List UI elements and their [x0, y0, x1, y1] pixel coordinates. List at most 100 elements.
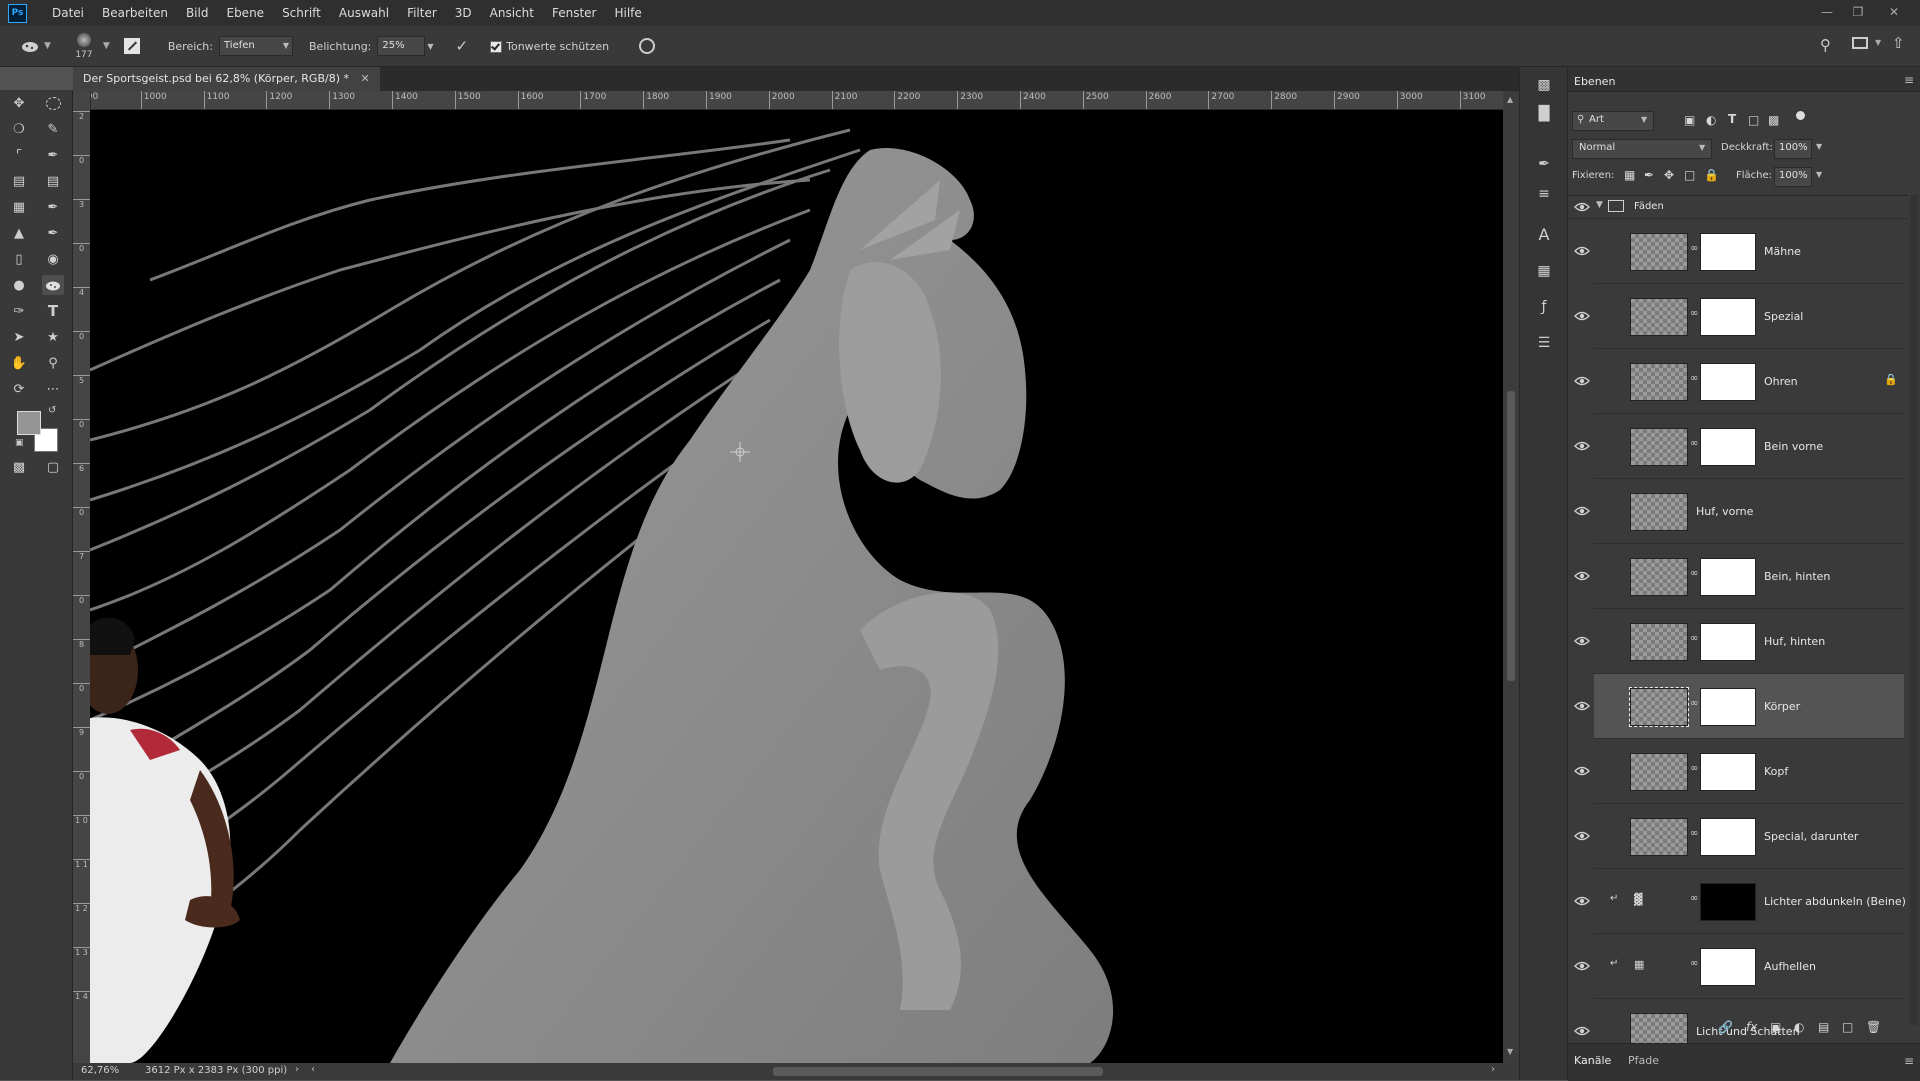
layer-mask-thumbnail[interactable] — [1700, 818, 1756, 856]
mask-link-icon[interactable]: ∞ — [1690, 373, 1698, 387]
default-colors-icon[interactable]: ▣ — [15, 438, 24, 448]
scroll-thumb-vertical[interactable] — [1507, 391, 1515, 681]
healing-brush-tool-icon[interactable]: ▤ — [42, 171, 64, 191]
scroll-down-icon[interactable]: ▼ — [1507, 1047, 1513, 1056]
paint-bucket-tool-icon[interactable]: ◉ — [42, 249, 64, 269]
restore-icon[interactable]: ❐ — [1846, 0, 1870, 26]
type-tool-icon[interactable]: T — [42, 301, 64, 321]
layer-mask-thumbnail[interactable] — [1700, 363, 1756, 401]
layer-row[interactable]: ∞ Ohren 🔒 — [1574, 349, 1904, 414]
lock-artboard-icon[interactable]: □ — [1684, 168, 1695, 182]
tool-presets-panel-icon[interactable]: ≡ — [1532, 182, 1556, 206]
visibility-eye-icon[interactable] — [1574, 830, 1590, 842]
menu-schrift[interactable]: Schrift — [273, 0, 330, 26]
move-tool-icon[interactable]: ✥ — [8, 93, 30, 113]
sponge-tool-preset-icon[interactable] — [20, 36, 40, 56]
rotate-view-tool-icon[interactable]: ⟳ — [8, 379, 30, 399]
protect-tones-checkbox[interactable]: Tonwerte schützen — [490, 40, 609, 53]
mask-link-icon[interactable]: ∞ — [1690, 243, 1698, 257]
sponge-tool-icon[interactable] — [42, 275, 64, 295]
blend-mode-dropdown[interactable]: Normal ▼ — [1572, 139, 1712, 159]
chevron-down-icon[interactable]: ▼ — [427, 42, 433, 51]
mask-link-icon[interactable]: ∞ — [1690, 828, 1698, 842]
lock-transparent-icon[interactable]: ▦ — [1624, 168, 1635, 182]
mask-link-icon[interactable]: ∞ — [1690, 893, 1698, 907]
layer-filter-dropdown[interactable]: ⚲ Art ▼ — [1572, 111, 1654, 131]
pen-tool-icon[interactable]: ✑ — [8, 301, 30, 321]
visibility-eye-icon[interactable] — [1574, 700, 1590, 712]
eraser-tool-icon[interactable]: ▯ — [8, 249, 30, 269]
new-group-icon[interactable]: ▤ — [1818, 1020, 1829, 1034]
quick-mask-icon[interactable]: ▩ — [8, 457, 30, 477]
layer-row[interactable]: ∞ Special, darunter — [1574, 804, 1904, 869]
layer-row[interactable]: ↵ ▓ ∞ Lichter abdunkeln (Beine) — [1574, 869, 1906, 934]
zoom-tool-icon[interactable]: ⚲ — [42, 353, 64, 373]
layer-mask-thumbnail[interactable] — [1700, 298, 1756, 336]
quick-selection-tool-icon[interactable]: ✎ — [42, 119, 64, 139]
mask-link-icon[interactable]: ∞ — [1690, 958, 1698, 972]
close-tab-icon[interactable]: ✕ — [360, 72, 369, 85]
brush-settings-panel-icon[interactable]: ✒ — [1532, 152, 1556, 176]
layer-row[interactable]: ∞ Bein, hinten — [1574, 544, 1904, 609]
layer-style-icon[interactable]: fx — [1746, 1020, 1757, 1034]
filter-smart-object-icon[interactable]: ▩ — [1768, 113, 1779, 127]
visibility-eye-icon[interactable] — [1574, 505, 1590, 517]
lasso-tool-icon[interactable]: ❍ — [8, 119, 30, 139]
filter-type-icon[interactable]: T — [1728, 112, 1736, 126]
swap-colors-icon[interactable]: ↺ — [48, 405, 56, 416]
levels-panel-icon[interactable]: █ — [1532, 102, 1556, 126]
layer-mask-thumbnail[interactable] — [1700, 428, 1756, 466]
layer-row[interactable]: ∞ Körper — [1574, 674, 1904, 739]
table-panel-icon[interactable]: ▦ — [1532, 259, 1556, 283]
layer-mask-thumbnail[interactable] — [1700, 233, 1756, 271]
clone-stamp-tool-icon[interactable]: ▲ — [8, 223, 30, 243]
visibility-eye-icon[interactable] — [1574, 960, 1590, 972]
lock-all-icon[interactable]: 🔒 — [1704, 168, 1719, 182]
frame-tool-icon[interactable]: ▦ — [8, 197, 30, 217]
history-brush-tool-icon[interactable]: ✒ — [42, 223, 64, 243]
visibility-eye-icon[interactable] — [1574, 570, 1590, 582]
menu-bearbeiten[interactable]: Bearbeiten — [93, 0, 177, 26]
spot-healing-tool-icon[interactable]: ▤ — [8, 171, 30, 191]
pressure-size-icon[interactable] — [639, 38, 656, 54]
new-layer-icon[interactable]: □ — [1842, 1020, 1853, 1034]
chevron-right-icon[interactable]: › — [295, 1064, 299, 1075]
menu-ansicht[interactable]: Ansicht — [481, 0, 543, 26]
layer-row[interactable]: Huf, vorne — [1574, 479, 1904, 544]
tab-channels[interactable]: Kanäle — [1574, 1054, 1611, 1067]
screen-mode-icon[interactable]: ▢ — [42, 457, 64, 477]
scroll-thumb-horizontal[interactable] — [773, 1067, 1103, 1076]
layer-row[interactable]: ∞ Bein vorne — [1574, 414, 1904, 479]
filter-toggle-icon[interactable] — [1796, 111, 1805, 120]
panel-menu-icon[interactable]: ≡ — [1904, 73, 1914, 87]
airbrush-icon[interactable]: ✓ — [456, 37, 469, 55]
menu-auswahl[interactable]: Auswahl — [330, 0, 398, 26]
character-panel-icon[interactable]: A — [1532, 222, 1556, 246]
visibility-eye-icon[interactable] — [1574, 201, 1590, 213]
eyedropper-tool-icon[interactable]: ✒ — [42, 145, 64, 165]
document-canvas[interactable] — [90, 110, 1503, 1063]
layer-mask-thumbnail[interactable] — [1700, 688, 1756, 726]
add-mask-icon[interactable]: ▣ — [1770, 1020, 1781, 1034]
layers-scrollbar[interactable] — [1910, 195, 1918, 1025]
visibility-eye-icon[interactable] — [1574, 310, 1590, 322]
layer-group-row[interactable]: ▼ Fäden — [1568, 196, 1908, 219]
panel-menu-icon[interactable]: ≡ — [1904, 1054, 1914, 1068]
menu-bild[interactable]: Bild — [177, 0, 218, 26]
ruler-origin[interactable] — [73, 91, 90, 109]
close-icon[interactable]: ✕ — [1882, 0, 1906, 26]
mask-link-icon[interactable]: ∞ — [1690, 633, 1698, 647]
document-tab[interactable]: Der Sportsgeist.psd bei 62,8% (Körper, R… — [73, 67, 380, 91]
layer-row[interactable]: ∞ Spezial — [1574, 284, 1904, 349]
filter-shape-icon[interactable]: □ — [1748, 113, 1759, 127]
menu-ebene[interactable]: Ebene — [217, 0, 273, 26]
opacity-input[interactable]: 100% — [1774, 139, 1812, 159]
filter-pixel-icon[interactable]: ▣ — [1684, 113, 1695, 127]
visibility-eye-icon[interactable] — [1574, 375, 1590, 387]
layer-mask-thumbnail[interactable] — [1700, 753, 1756, 791]
layer-row[interactable]: ∞ Mähne — [1574, 219, 1904, 284]
zoom-level[interactable]: 62,76% — [81, 1065, 119, 1076]
properties-panel-icon[interactable]: ☰ — [1532, 331, 1556, 355]
mask-link-icon[interactable]: ∞ — [1690, 763, 1698, 777]
menu-fenster[interactable]: Fenster — [543, 0, 606, 26]
